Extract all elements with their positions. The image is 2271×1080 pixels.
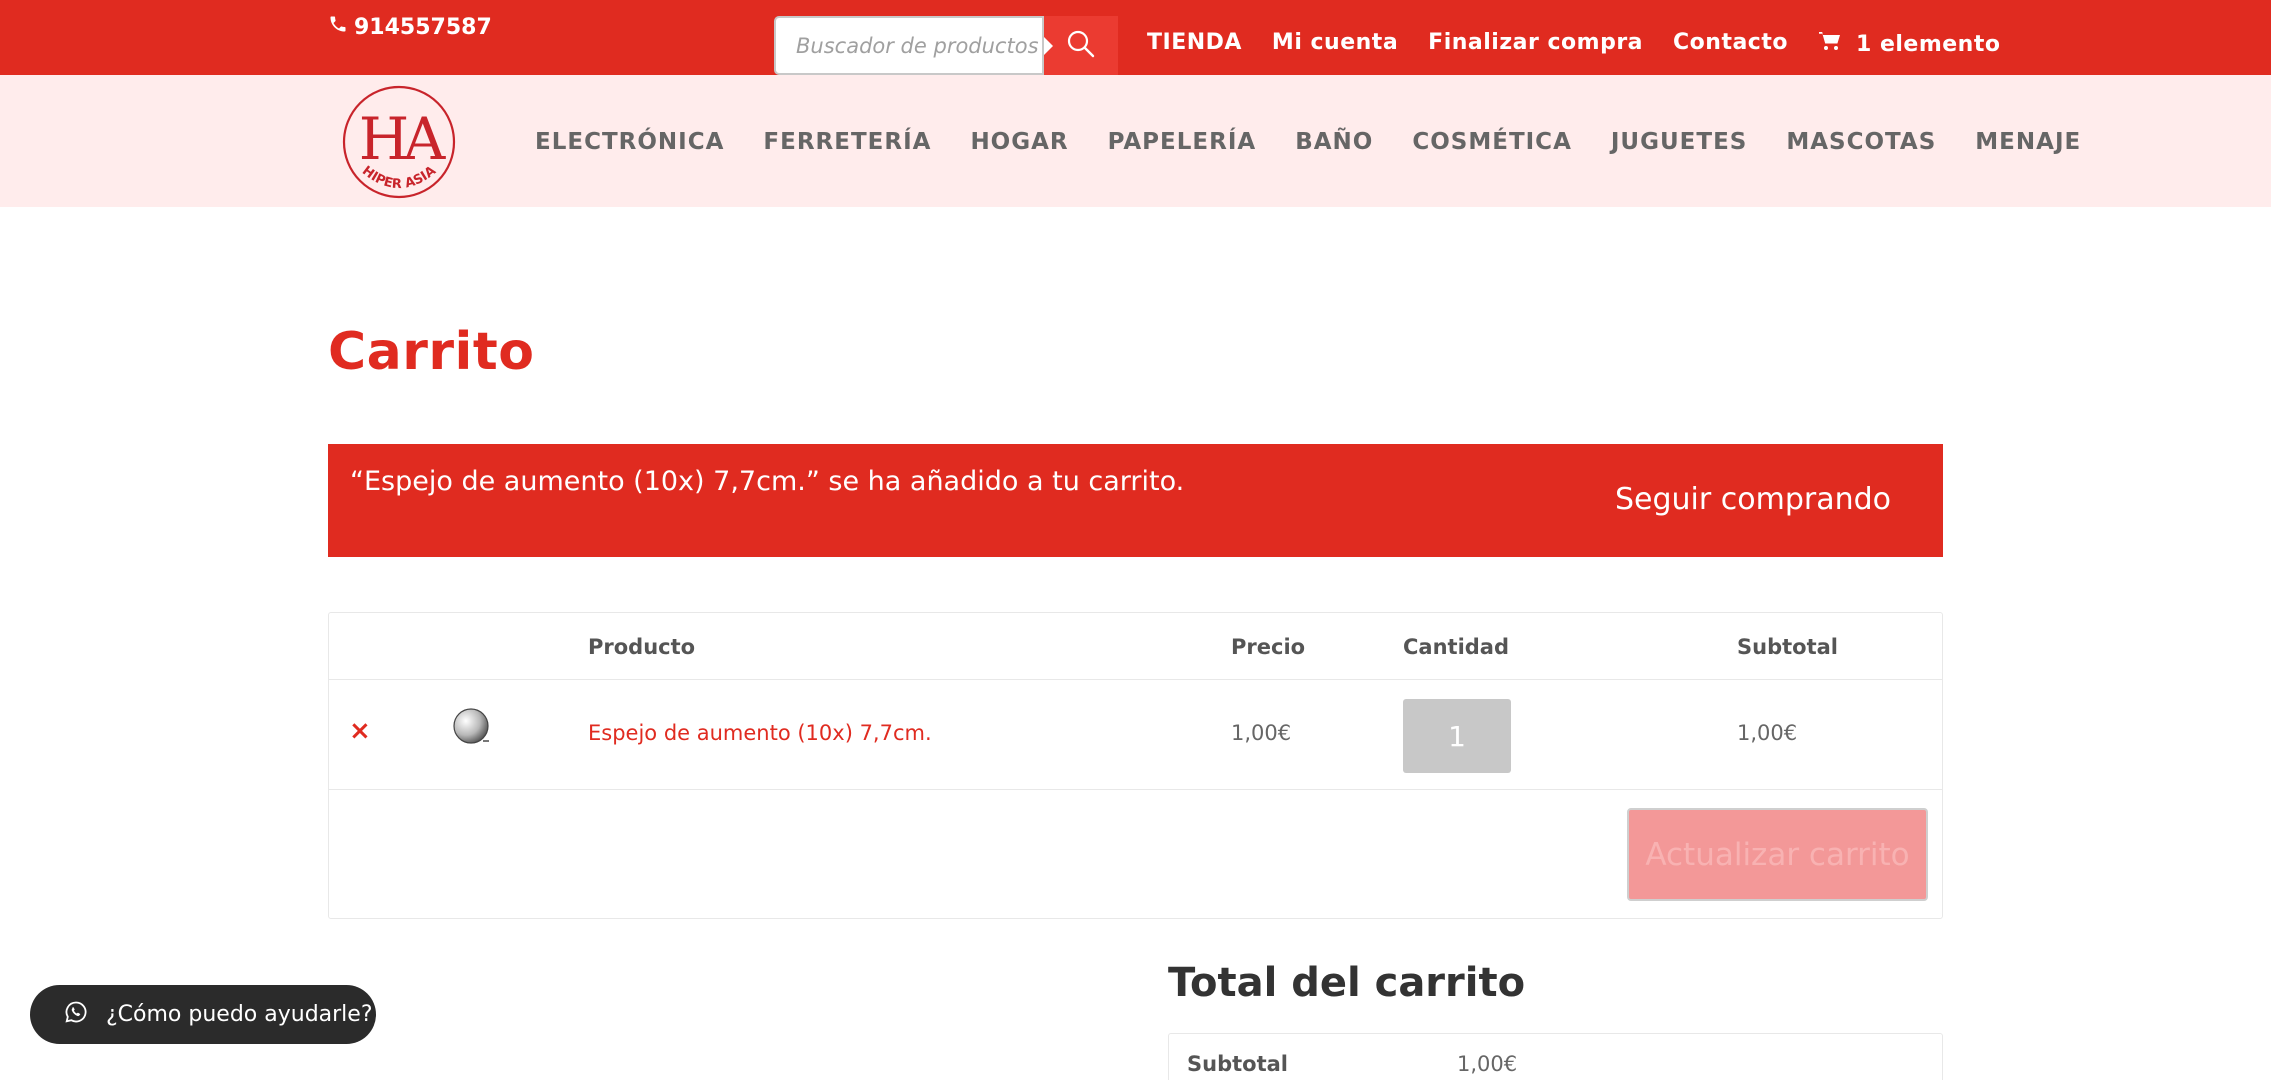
remove-item-icon[interactable]: × [349, 718, 371, 744]
header-subtotal: Subtotal [1737, 635, 1838, 659]
product-price: 1,00€ [1231, 721, 1292, 745]
cart-link[interactable]: 1 elemento [1818, 30, 2001, 58]
nav-item-papeleria[interactable]: PAPELERÍA [1108, 129, 1257, 155]
phone-contact[interactable]: 914557587 [328, 14, 492, 40]
continue-shopping-button[interactable]: Seguir comprando [1615, 482, 1891, 517]
phone-icon [328, 14, 348, 40]
main-header: HA HIPER ASIA ELECTRÓNICA FERRETERÍA HOG… [0, 75, 2271, 207]
nav-item-ferreteria[interactable]: FERRETERÍA [763, 129, 931, 155]
nav-item-juguetes[interactable]: JUGUETES [1611, 129, 1747, 155]
whatsapp-icon [64, 1000, 88, 1030]
cart-totals-table: Subtotal 1,00€ [1168, 1033, 1943, 1080]
quantity-input[interactable] [1403, 699, 1511, 773]
nav-item-bano[interactable]: BAÑO [1295, 129, 1373, 155]
product-name-link[interactable]: Espejo de aumento (10x) 7,7cm. [588, 721, 932, 745]
product-thumbnail[interactable] [453, 708, 493, 748]
cart-totals-title: Total del carrito [1168, 960, 1526, 1006]
cart-count-label: 1 elemento [1855, 31, 2001, 57]
notice-message: “Espejo de aumento (10x) 7,7cm.” se ha a… [350, 466, 1185, 497]
top-link-finalizar-compra[interactable]: Finalizar compra [1428, 30, 1643, 58]
cart-table-header: Producto Precio Cantidad Subtotal [329, 613, 1942, 680]
search-icon [1065, 28, 1097, 63]
whatsapp-chat-label: ¿Cómo puedo ayudarle? [106, 1002, 373, 1027]
svg-text:HA: HA [359, 105, 447, 173]
site-logo[interactable]: HA HIPER ASIA [340, 83, 458, 201]
cart-table: Producto Precio Cantidad Subtotal × Espe… [328, 612, 1943, 919]
totals-subtotal-value: 1,00€ [1457, 1052, 1518, 1076]
category-nav: ELECTRÓNICA FERRETERÍA HOGAR PAPELERÍA B… [535, 129, 2081, 155]
product-search [774, 16, 1118, 75]
top-bar: 914557587 TIENDA Mi cuenta Finalizar com… [0, 0, 2271, 75]
top-link-contacto[interactable]: Contacto [1673, 30, 1788, 58]
nav-item-mascotas[interactable]: MASCOTAS [1786, 129, 1936, 155]
added-to-cart-notice: “Espejo de aumento (10x) 7,7cm.” se ha a… [328, 444, 1943, 557]
totals-subtotal-label: Subtotal [1187, 1052, 1288, 1076]
nav-item-hogar[interactable]: HOGAR [970, 129, 1068, 155]
header-product: Producto [588, 635, 696, 659]
nav-item-electronica[interactable]: ELECTRÓNICA [535, 129, 724, 155]
search-button[interactable] [1044, 16, 1118, 75]
search-input[interactable] [774, 16, 1044, 75]
top-link-tienda[interactable]: TIENDA [1147, 30, 1242, 58]
header-price: Precio [1231, 635, 1306, 659]
nav-item-menaje[interactable]: MENAJE [1975, 129, 2081, 155]
shopping-cart-icon [1818, 30, 1842, 58]
phone-number: 914557587 [354, 14, 492, 40]
whatsapp-chat-button[interactable]: ¿Cómo puedo ayudarle? [30, 985, 376, 1044]
header-quantity: Cantidad [1403, 635, 1510, 659]
page-title: Carrito [328, 322, 535, 382]
top-link-mi-cuenta[interactable]: Mi cuenta [1272, 30, 1398, 58]
table-row: × Espejo de aumento (10x) 7,7cm. 1,00€ 1… [329, 680, 1942, 790]
nav-item-cosmetica[interactable]: COSMÉTICA [1412, 129, 1572, 155]
product-subtotal: 1,00€ [1737, 721, 1798, 745]
top-links: TIENDA Mi cuenta Finalizar compra Contac… [1147, 30, 2000, 58]
update-cart-button[interactable]: Actualizar carrito [1627, 808, 1928, 901]
